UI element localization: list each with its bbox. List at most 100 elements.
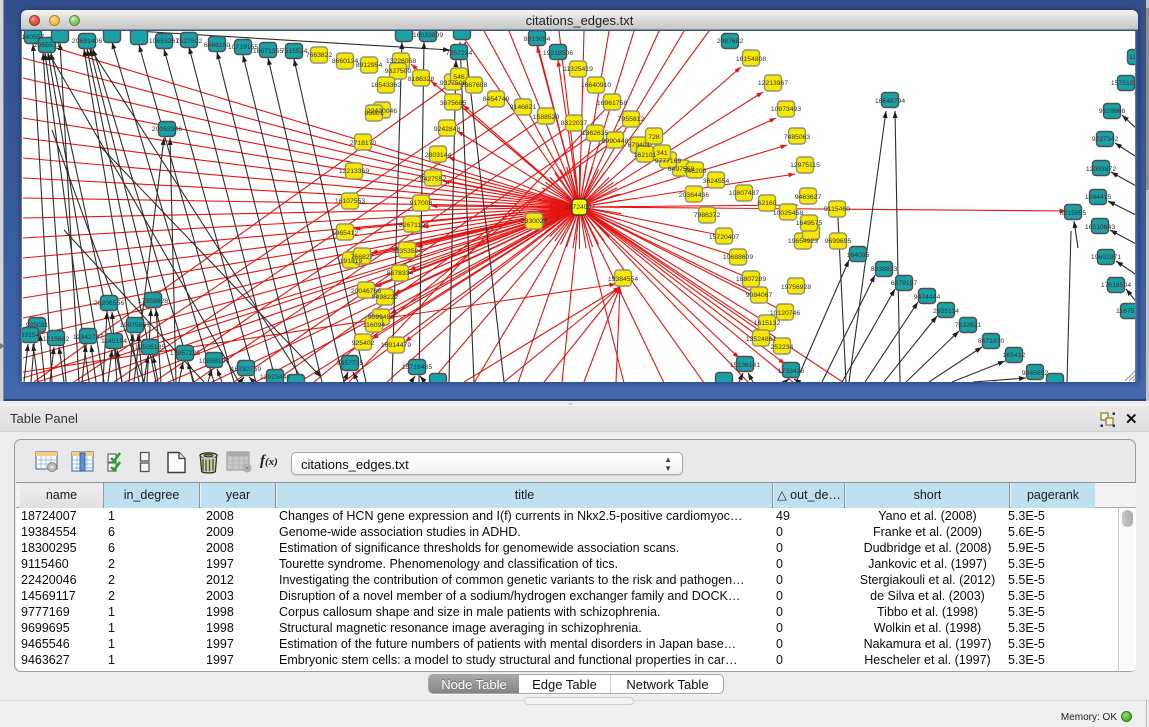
svg-text:7663822: 7663822 (306, 52, 333, 59)
svg-text:1965412: 1965412 (332, 230, 359, 237)
svg-text:17016504: 17016504 (1101, 282, 1131, 289)
svg-text:1145194: 1145194 (101, 338, 127, 345)
svg-text:17359928: 17359928 (138, 298, 168, 305)
svg-text:10688609: 10688609 (723, 254, 753, 261)
svg-text:2330023: 2330023 (521, 218, 548, 225)
svg-text:1215682: 1215682 (43, 336, 70, 343)
svg-text:7357224: 7357224 (446, 50, 473, 57)
svg-text:6466160: 6466160 (204, 42, 231, 49)
svg-text:15720407: 15720407 (709, 234, 739, 241)
svg-text:1649575: 1649575 (796, 220, 823, 227)
svg-text:17957225: 17957225 (170, 350, 200, 357)
svg-text:8267110: 8267110 (399, 222, 425, 229)
svg-text:20691406: 20691406 (72, 38, 102, 45)
svg-text:7955812: 7955812 (618, 116, 645, 123)
svg-text:546: 546 (453, 74, 465, 81)
svg-text:19975867: 19975867 (120, 322, 150, 329)
svg-text:16671355: 16671355 (253, 48, 283, 55)
svg-text:8990448: 8990448 (602, 138, 629, 145)
svg-text:10653267: 10653267 (149, 38, 179, 45)
svg-text:9699695: 9699695 (825, 238, 852, 245)
svg-text:10807487: 10807487 (729, 190, 759, 197)
svg-text:19218506: 19218506 (543, 50, 573, 57)
svg-text:19654923: 19654923 (788, 238, 818, 245)
svg-text:8215955: 8215955 (1060, 210, 1087, 217)
svg-text:2087682: 2087682 (717, 38, 744, 45)
svg-text:2867608: 2867608 (461, 82, 488, 89)
svg-text:10973493: 10973493 (771, 106, 801, 113)
svg-text:9427552: 9427552 (420, 176, 447, 183)
svg-text:10120746: 10120746 (770, 310, 800, 317)
svg-text:1167533: 1167533 (1116, 308, 1136, 315)
svg-text:7515524: 7515524 (281, 48, 308, 55)
svg-text:12975115: 12975115 (790, 162, 820, 169)
svg-text:766827: 766827 (351, 254, 374, 261)
svg-text:2055571: 2055571 (34, 42, 61, 49)
svg-text:2935114: 2935114 (933, 308, 959, 315)
svg-text:8186328: 8186328 (408, 76, 435, 83)
svg-text:728: 728 (648, 134, 660, 141)
svg-text:1588520: 1588520 (533, 114, 560, 121)
svg-text:8454749: 8454749 (483, 96, 510, 103)
svg-text:162101: 162101 (634, 152, 657, 159)
svg-text:9146821: 9146821 (510, 104, 537, 111)
svg-text:12505185: 12505185 (135, 344, 165, 351)
svg-text:165412: 165412 (1003, 352, 1026, 359)
svg-text:16543362: 16543362 (371, 82, 401, 89)
svg-text:15751074: 15751074 (1111, 80, 1136, 87)
svg-text:98901: 98901 (365, 110, 384, 117)
svg-text:1527602: 1527602 (176, 38, 203, 45)
svg-text:1615132: 1615132 (754, 320, 781, 327)
svg-text:8938923: 8938923 (871, 266, 898, 273)
svg-text:7632621: 7632621 (955, 322, 982, 329)
svg-text:9084067: 9084067 (746, 292, 773, 299)
svg-text:15716485: 15716485 (402, 364, 432, 371)
svg-text:16961758: 16961758 (597, 100, 627, 107)
svg-text:3624554: 3624554 (703, 178, 730, 185)
svg-text:9498222: 9498222 (372, 294, 399, 301)
svg-text:16782759: 16782759 (231, 366, 261, 373)
svg-text:20206556: 20206556 (94, 300, 124, 307)
svg-text:16107553: 16107553 (335, 198, 365, 205)
svg-text:8912954: 8912954 (356, 62, 383, 69)
svg-text:1244415: 1244415 (1085, 194, 1112, 201)
svg-text:8322037: 8322037 (561, 120, 588, 127)
svg-text:746206: 746206 (684, 168, 707, 175)
svg-text:6879197: 6879197 (891, 280, 918, 287)
svg-text:8471870: 8471870 (978, 338, 1005, 345)
svg-text:9327500: 9327500 (385, 68, 412, 75)
svg-text:16640910: 16640910 (581, 82, 611, 89)
svg-text:16154808: 16154808 (736, 56, 766, 63)
svg-text:8878334: 8878334 (387, 270, 414, 277)
svg-text:13524861: 13524861 (746, 336, 776, 343)
svg-text:18807289: 18807289 (736, 276, 766, 283)
svg-text:925402: 925402 (352, 340, 375, 347)
svg-text:13226058: 13226058 (386, 58, 416, 65)
svg-text:62160: 62160 (758, 200, 777, 207)
svg-text:9099489: 9099489 (368, 314, 395, 321)
svg-text:20053346: 20053346 (152, 126, 182, 133)
svg-text:9457735: 9457735 (337, 360, 364, 367)
svg-text:16033809: 16033809 (413, 32, 443, 39)
svg-text:935031: 935031 (26, 322, 49, 329)
svg-text:2803144: 2803144 (425, 152, 452, 159)
svg-text:10958107: 10958107 (199, 358, 229, 365)
svg-text:9115460: 9115460 (824, 206, 850, 213)
svg-text:16210643: 16210643 (1085, 224, 1115, 231)
svg-text:33154: 33154 (22, 332, 40, 339)
svg-text:12093872: 12093872 (1086, 166, 1116, 173)
svg-text:10025458: 10025458 (773, 210, 803, 217)
svg-text:116094: 116094 (363, 322, 385, 329)
svg-text:12342737: 12342737 (73, 334, 103, 341)
svg-text:16914479: 16914479 (381, 342, 411, 349)
svg-text:9227342: 9227342 (1092, 136, 1119, 143)
svg-text:18724007: 18724007 (565, 204, 595, 211)
svg-text:9777169: 9777169 (655, 158, 682, 165)
svg-text:12213369: 12213369 (339, 168, 369, 175)
svg-text:9463627: 9463627 (795, 194, 822, 201)
svg-text:11325419: 11325419 (563, 66, 593, 73)
svg-text:917008: 917008 (410, 200, 433, 207)
svg-text:341: 341 (656, 150, 668, 157)
svg-text:3675685: 3675685 (440, 100, 467, 107)
svg-text:19756928: 19756928 (781, 284, 811, 291)
